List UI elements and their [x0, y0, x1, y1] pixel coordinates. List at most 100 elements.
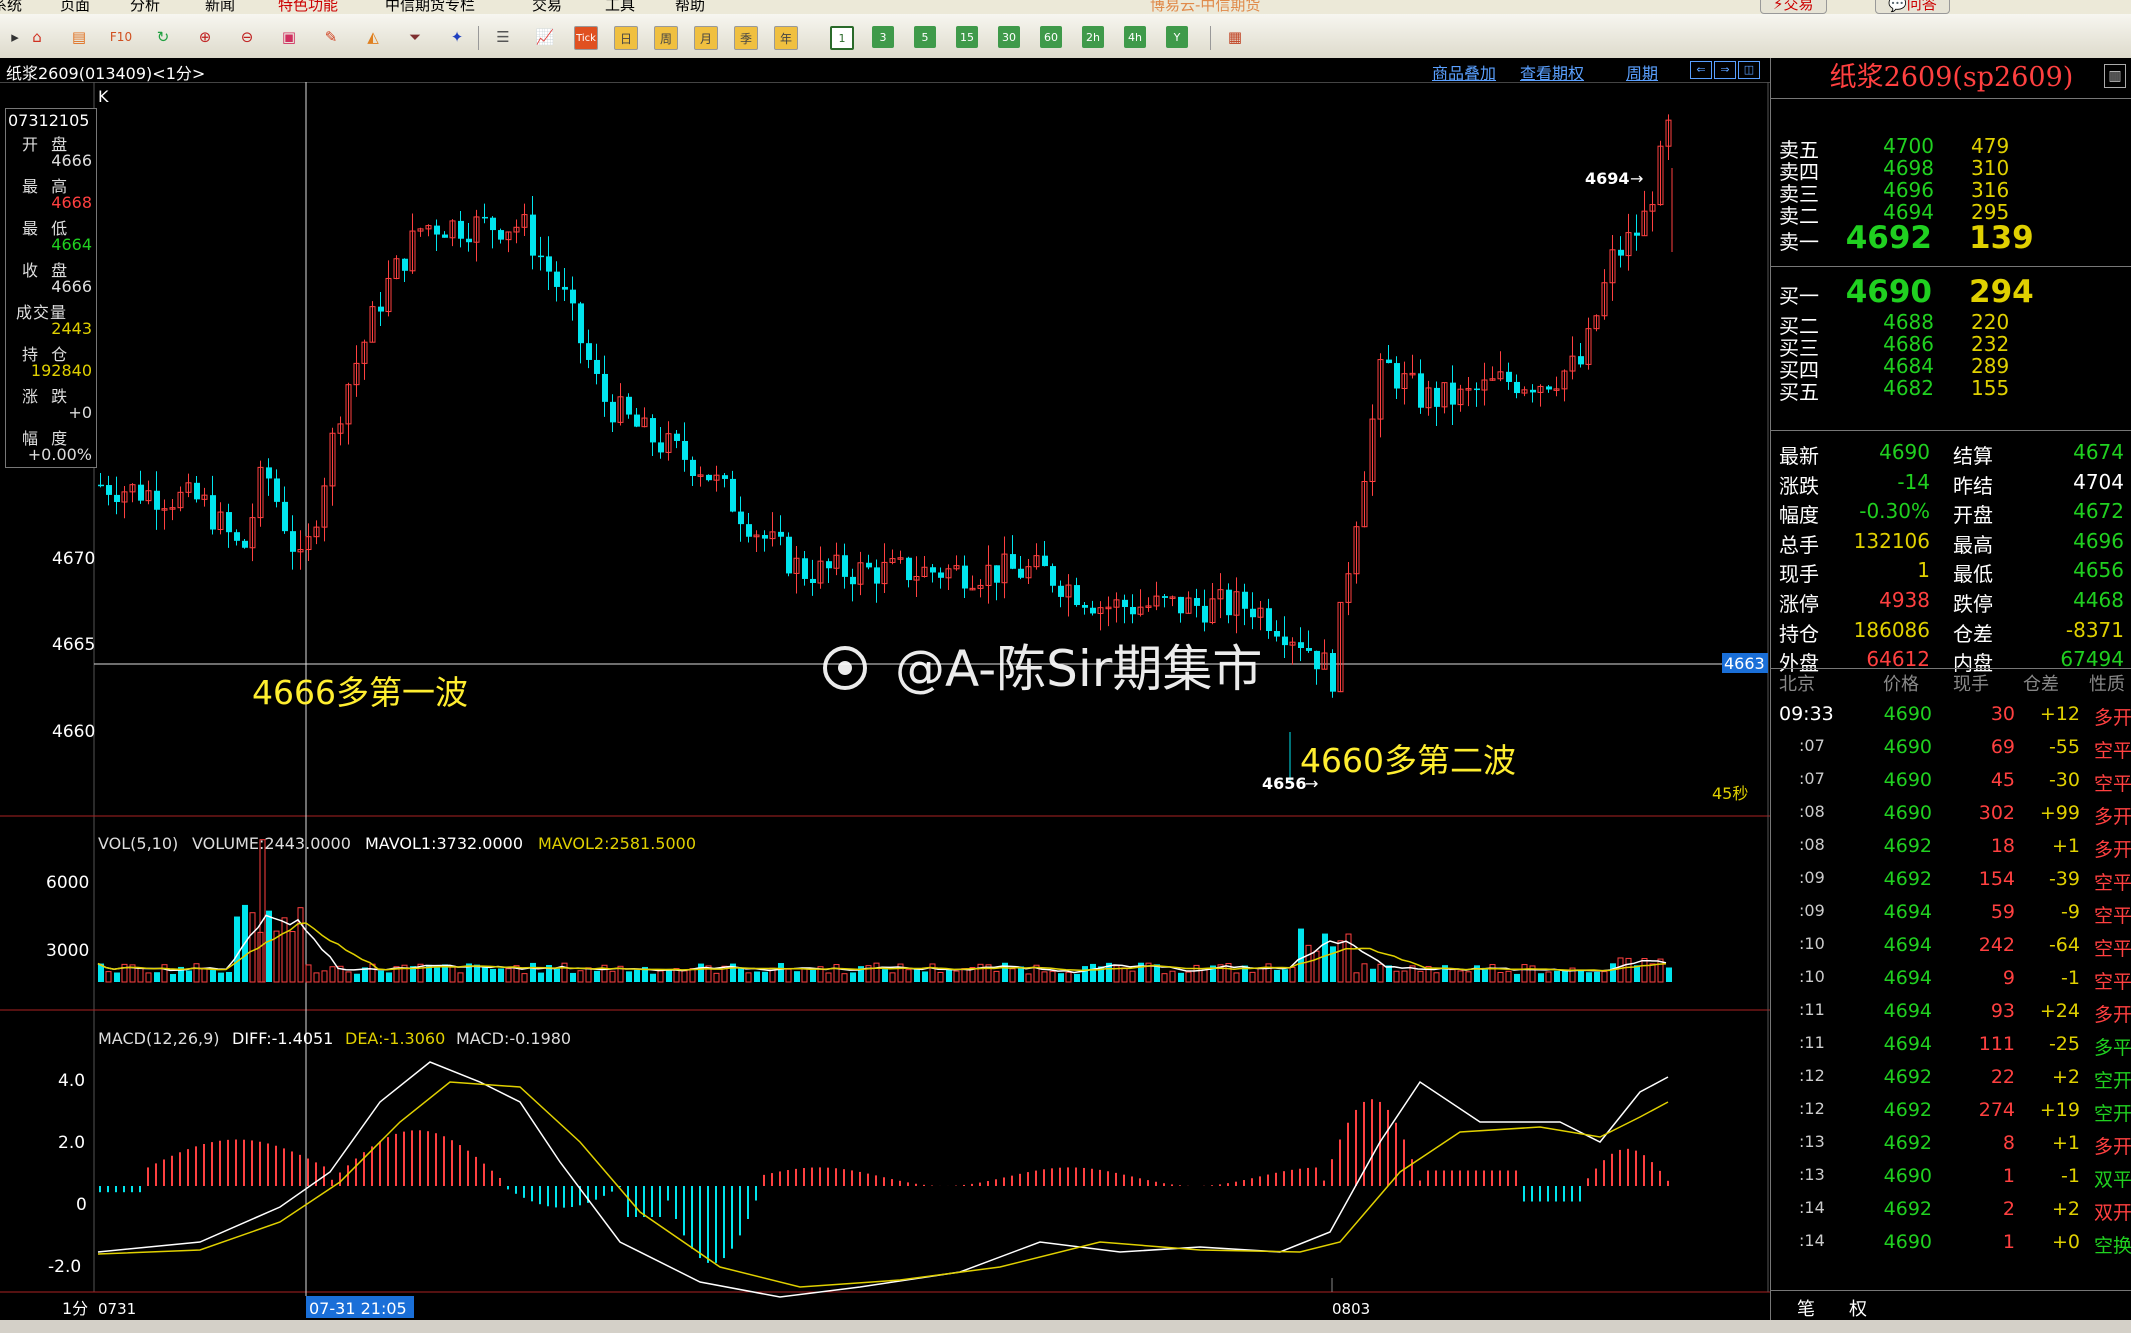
axis-date-start: 0731	[98, 1300, 136, 1318]
menu-trade[interactable]: 交易	[532, 0, 562, 14]
volume-bar	[850, 972, 856, 982]
tick-row: :08 4692 18 +1 多开	[1771, 835, 2131, 868]
tab-rights[interactable]: 权	[1849, 1295, 1867, 1321]
tick-button[interactable]: Tick	[574, 26, 598, 50]
tick-row: :08 4690 302 +99 多开	[1771, 802, 2131, 835]
tick-row: 09:33 4690 30 +12 多开	[1771, 703, 2131, 736]
status-bar	[0, 1320, 2131, 1333]
volume-bar	[1353, 972, 1360, 983]
calculator-icon[interactable]: ▦	[1222, 24, 1248, 50]
candle-body	[482, 216, 488, 219]
book-icon[interactable]: ▤	[66, 24, 92, 50]
layout-icon[interactable]: ◫	[1738, 61, 1760, 79]
menu-features[interactable]: 特色功能	[278, 0, 338, 14]
tick-row: :13 4692 8 +1 多开	[1771, 1132, 2131, 1165]
tick-time: :08	[1799, 835, 1825, 854]
ticks-divider	[1771, 668, 2131, 669]
draw-pen-icon[interactable]: ✎	[318, 24, 344, 50]
refresh-icon[interactable]: ↻	[150, 24, 176, 50]
candle-body	[634, 414, 640, 427]
tick-oi-change: +19	[2039, 1099, 2080, 1121]
price-tick-label: 4660	[52, 722, 95, 742]
vol-indicator-name: VOL(5,10)	[98, 834, 178, 853]
menu-citic-column[interactable]: 中信期货专栏	[385, 0, 475, 14]
stat-value: 4938	[1879, 588, 1930, 612]
indicator-icon[interactable]: ✦	[444, 24, 470, 50]
month-button[interactable]: 月	[694, 26, 718, 50]
vol-volume-value: VOLUME:2443.0000	[192, 834, 351, 853]
volume-bar	[1474, 965, 1480, 982]
menu-news[interactable]: 新闻	[205, 0, 235, 14]
period-4h-button[interactable]: 4h	[1124, 26, 1146, 48]
volume-bar	[1649, 963, 1656, 983]
volume-bar	[1257, 967, 1264, 983]
tick-row: :12 4692 22 +2 空开	[1771, 1066, 2131, 1099]
candle-body	[690, 459, 696, 476]
chart-canvas[interactable]: K 4670 4665 4660 4694 → 4656 → 4663 45秒 …	[0, 82, 1770, 1320]
volume-bar	[946, 970, 952, 982]
overlay-link[interactable]: 商品叠加	[1432, 60, 1496, 84]
filter-icon[interactable]: ⏷	[402, 24, 428, 50]
candle-body	[1266, 608, 1272, 632]
list-icon[interactable]: ☰	[490, 24, 516, 50]
tab-ticks[interactable]: 笔	[1797, 1295, 1815, 1321]
stat-label: 最高	[1953, 532, 1993, 557]
period-30-button[interactable]: 30	[998, 26, 1020, 48]
volume-bar	[193, 963, 200, 983]
kline-icon[interactable]: 📈	[532, 24, 558, 50]
stat-value: 4656	[2073, 558, 2124, 583]
volume-bar	[794, 971, 800, 982]
year-button[interactable]: 年	[774, 26, 798, 50]
period-1-button[interactable]: 1	[830, 26, 854, 50]
candle-body	[826, 561, 832, 569]
tick-volume: 93	[1990, 1000, 2015, 1022]
season-button[interactable]: 季	[734, 26, 758, 50]
menu-page[interactable]: 页面	[60, 0, 90, 14]
tick-header-oi-change: 仓差	[2023, 674, 2059, 695]
period-60-button[interactable]: 60	[1040, 26, 1062, 48]
chart-area[interactable]: 纸浆2609(013409)<1分> 商品叠加 查看期权 周期 ⇐ ⇒ ◫ K …	[0, 58, 1770, 1320]
week-button[interactable]: 周	[654, 26, 678, 50]
volume-bar	[313, 972, 320, 983]
candle-body	[490, 217, 496, 231]
home-icon[interactable]: ⌂	[24, 24, 50, 50]
volume-bar	[1305, 944, 1312, 983]
candle-body	[842, 555, 848, 577]
period-2h-button[interactable]: 2h	[1082, 26, 1104, 48]
ask-price: 4700	[1883, 134, 1934, 158]
zoom-out-icon[interactable]: ⊖	[234, 24, 260, 50]
volume-bar	[929, 963, 936, 983]
candle-body	[1042, 555, 1048, 567]
day-button[interactable]: 日	[614, 26, 638, 50]
volume-bar	[170, 973, 176, 982]
window-icon[interactable]: ▣	[276, 24, 302, 50]
f10-icon[interactable]: F10	[108, 24, 134, 50]
candle-body	[1578, 356, 1584, 365]
period-15-button[interactable]: 15	[956, 26, 978, 48]
menu-analysis[interactable]: 分析	[130, 0, 160, 14]
prev-window-icon[interactable]: ⇐	[1690, 61, 1712, 79]
period-link[interactable]: 周期	[1626, 60, 1658, 84]
stat-value: 4672	[2073, 499, 2124, 524]
panel-toggle-icon[interactable]: ▥	[2104, 64, 2126, 88]
menu-tools[interactable]: 工具	[605, 0, 635, 14]
paint-icon[interactable]: ◭	[360, 24, 386, 50]
period-5-button[interactable]: 5	[914, 26, 936, 48]
menu-system[interactable]: 系统	[0, 0, 22, 14]
period-3-button[interactable]: 3	[872, 26, 894, 48]
menu-help[interactable]: 帮助	[675, 0, 705, 14]
chart-header: 纸浆2609(013409)<1分> 商品叠加 查看期权 周期 ⇐ ⇒ ◫	[0, 58, 1770, 83]
volume-bar	[1465, 971, 1472, 983]
period-y-button[interactable]: Y	[1166, 26, 1188, 48]
volume-bar	[1330, 946, 1336, 982]
trade-button[interactable]: ⚡交易	[1760, 0, 1827, 14]
options-link[interactable]: 查看期权	[1520, 60, 1584, 84]
candle-body	[154, 490, 160, 510]
next-window-icon[interactable]: ⇒	[1714, 61, 1736, 79]
stat-value: 4674	[2073, 440, 2124, 464]
volume-bar	[977, 963, 984, 983]
ask-button[interactable]: 💬问答	[1875, 0, 1950, 14]
macd-tick-label: -2.0	[48, 1257, 81, 1277]
vol-mavol1-value: MAVOL1:3732.0000	[365, 834, 523, 853]
zoom-in-icon[interactable]: ⊕	[192, 24, 218, 50]
